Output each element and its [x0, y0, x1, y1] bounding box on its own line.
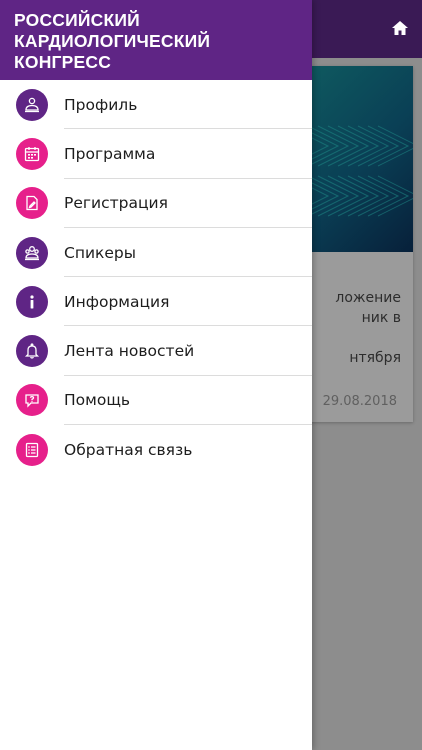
home-icon[interactable] [390, 18, 410, 38]
calendar-icon [16, 137, 48, 170]
profile-icon [16, 88, 48, 121]
speakers-icon [16, 236, 48, 269]
menu-item-label: Лента новостей [64, 342, 195, 361]
menu-item-speakers[interactable]: Спикеры [0, 228, 312, 278]
registration-icon [16, 187, 48, 220]
app-title: РОССИЙСКИЙ КАРДИОЛОГИЧЕСКИЙ КОНГРЕСС [14, 10, 312, 73]
menu-item-profile[interactable]: Профиль [0, 80, 312, 130]
menu-item-news-feed[interactable]: Лента новостей [0, 326, 312, 376]
drawer-menu: Профиль Программа Регистрация Спикеры Ин… [0, 80, 312, 474]
menu-item-registration[interactable]: Регистрация [0, 179, 312, 228]
menu-item-program[interactable]: Программа [0, 129, 312, 179]
app-title-line: РОССИЙСКИЙ [14, 10, 140, 30]
menu-item-label: Помощь [64, 391, 131, 410]
menu-item-feedback[interactable]: Обратная связь [0, 425, 312, 474]
menu-item-label: Программа [64, 144, 156, 163]
info-icon [16, 285, 48, 318]
menu-item-label: Профиль [64, 95, 138, 114]
menu-item-label: Обратная связь [64, 440, 193, 459]
navigation-drawer: РОССИЙСКИЙ КАРДИОЛОГИЧЕСКИЙ КОНГРЕСС Про… [0, 0, 312, 750]
menu-item-label: Информация [64, 292, 170, 311]
help-chat-icon [16, 384, 48, 417]
menu-item-help[interactable]: Помощь [0, 376, 312, 426]
drawer-header: РОССИЙСКИЙ КАРДИОЛОГИЧЕСКИЙ КОНГРЕСС [0, 0, 312, 80]
menu-item-information[interactable]: Информация [0, 277, 312, 327]
feedback-icon [16, 433, 48, 466]
app-title-line: КОНГРЕСС [14, 52, 112, 72]
app-title-line: КАРДИОЛОГИЧЕСКИЙ [14, 31, 211, 51]
menu-item-label: Спикеры [64, 243, 137, 262]
news-card-date: 29.08.2018 [322, 394, 397, 409]
menu-item-label: Регистрация [64, 194, 168, 213]
bell-icon [16, 335, 48, 368]
